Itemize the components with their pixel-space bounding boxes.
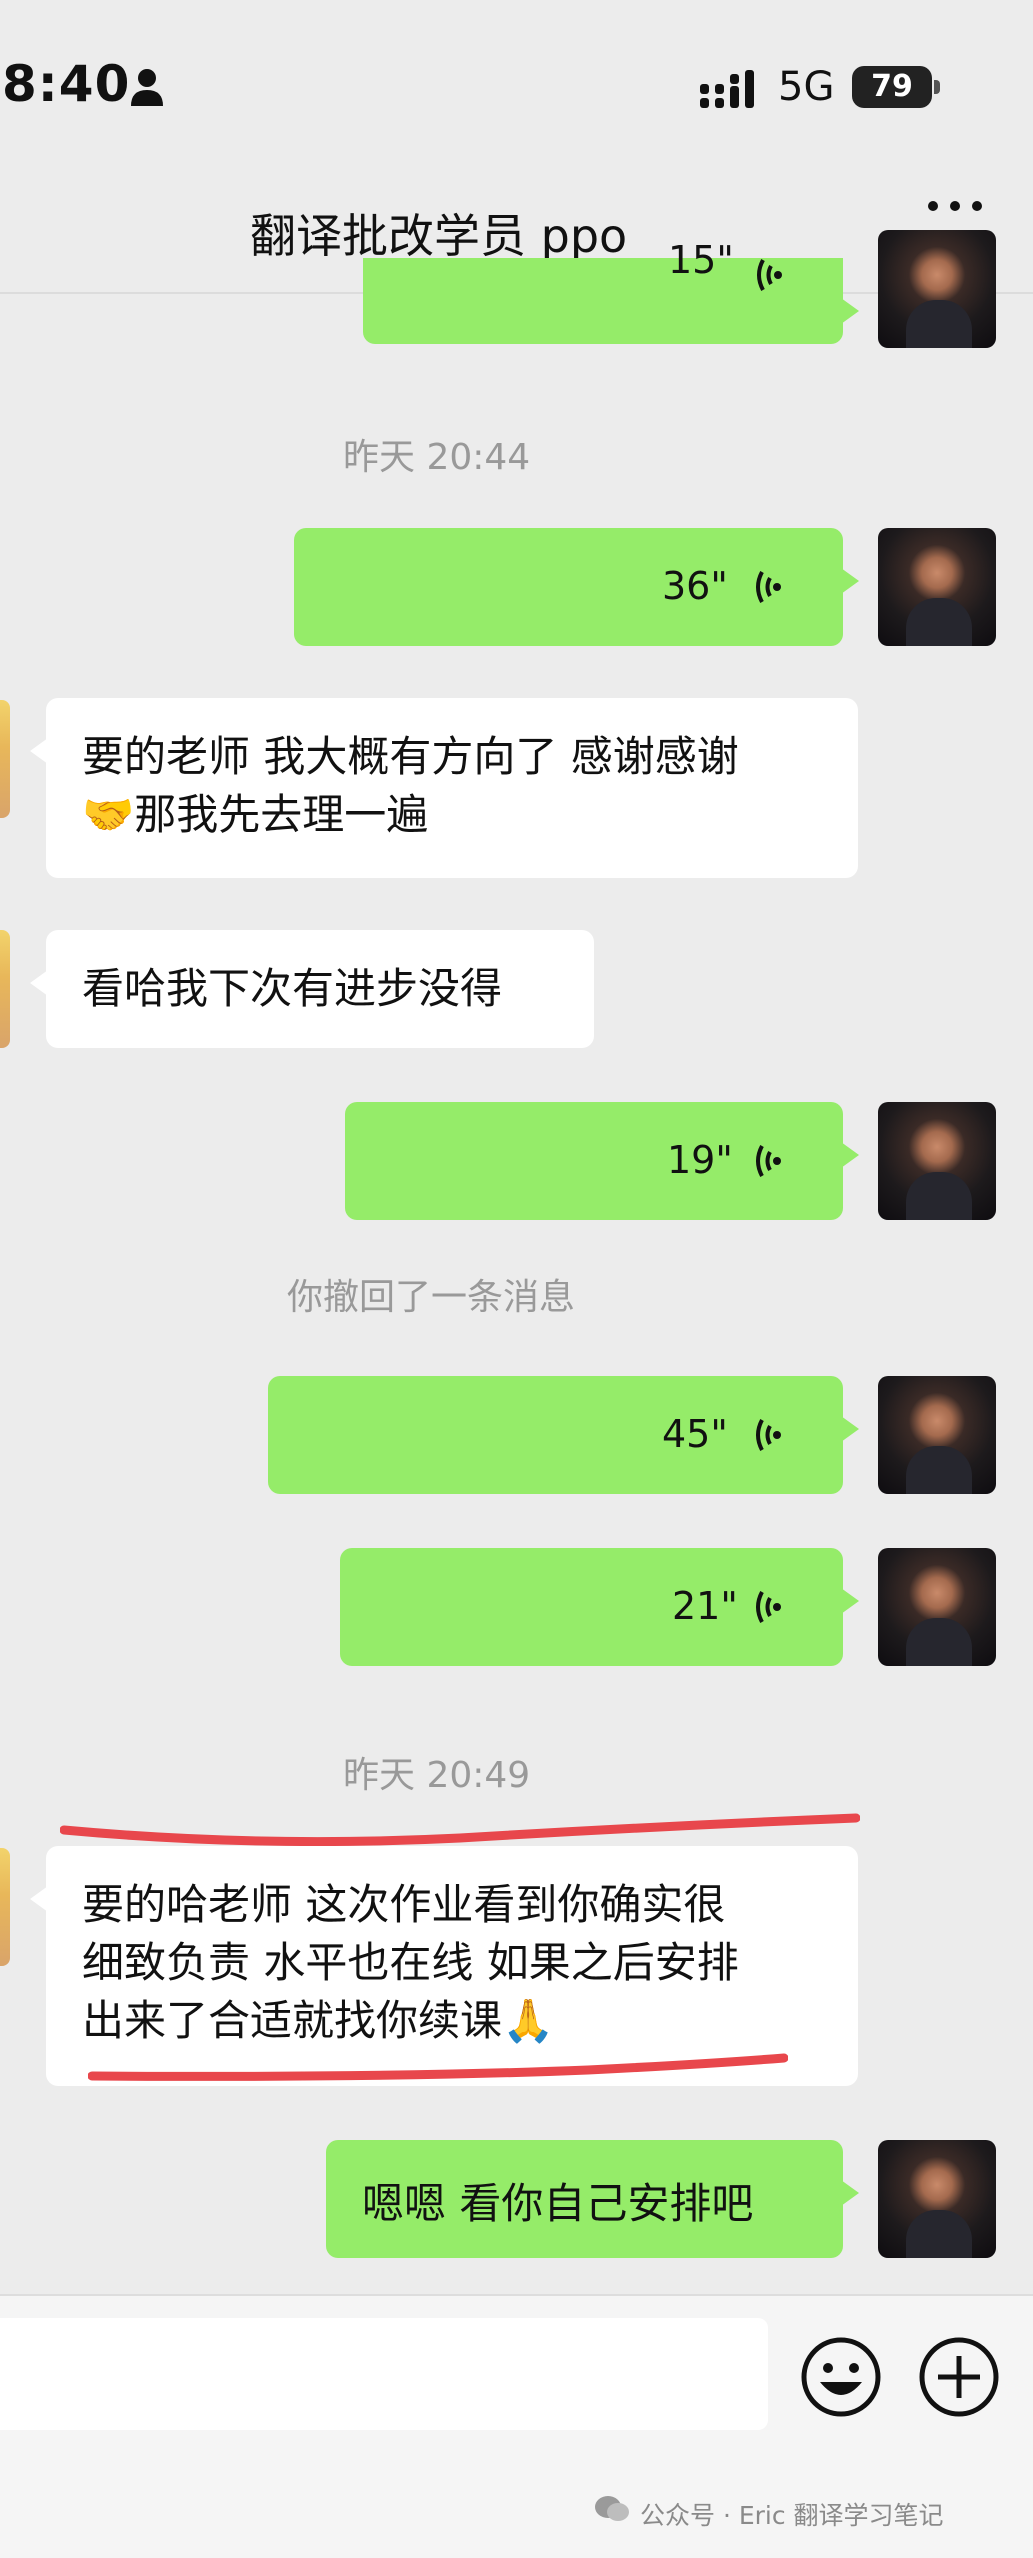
voice-message[interactable]: 21" xyxy=(340,1548,859,1666)
text-message[interactable]: 要的老师 我大概有方向了 感谢感谢 🤝那我先去理一遍 xyxy=(30,698,858,878)
status-time: 8:40 xyxy=(2,55,131,113)
message-line: 细致负责 水平也在线 如果之后安排 xyxy=(82,1938,739,1987)
message-line: 嗯嗯 看你自己安排吧 xyxy=(362,2179,754,2228)
signal-icon xyxy=(700,70,754,108)
voice-message[interactable]: 15" xyxy=(363,238,859,344)
avatar-self[interactable] xyxy=(878,230,996,348)
voice-message[interactable]: 36" xyxy=(294,528,859,646)
voice-duration: 19" xyxy=(667,1138,733,1182)
avatar-other[interactable] xyxy=(0,930,10,1048)
emoji-icon[interactable] xyxy=(800,2336,882,2418)
wechat-icon xyxy=(595,2496,629,2521)
message-line: 要的哈老师 这次作业看到你确实很 xyxy=(82,1880,726,1929)
timestamp: 昨天 20:49 xyxy=(343,1755,531,1796)
annotation-underline xyxy=(60,1813,860,1847)
chat-title: 翻译批改学员 ppo xyxy=(250,209,628,263)
voice-duration: 15" xyxy=(668,238,734,282)
avatar-other[interactable] xyxy=(0,700,10,818)
voice-wave-icon xyxy=(756,1591,781,1623)
avatar-self[interactable] xyxy=(878,1548,996,1666)
avatar-self[interactable] xyxy=(878,1102,996,1220)
text-message[interactable]: 看哈我下次有进步没得 xyxy=(30,930,594,1048)
watermark: 公众号 · Eric 翻译学习笔记 xyxy=(595,2496,944,2532)
status-bar: 8:40 5G 79 xyxy=(0,0,1033,160)
voice-message[interactable]: 45" xyxy=(268,1376,859,1494)
timestamp: 昨天 20:44 xyxy=(343,437,531,478)
avatar-self[interactable] xyxy=(878,528,996,646)
recall-notice: 你撤回了一条消息 xyxy=(287,1277,576,1318)
more-options-icon[interactable] xyxy=(925,200,985,212)
voice-duration: 21" xyxy=(672,1584,738,1628)
text-message[interactable]: 嗯嗯 看你自己安排吧 xyxy=(326,2140,859,2258)
plus-icon[interactable] xyxy=(918,2336,1000,2418)
voice-duration: 45" xyxy=(662,1412,728,1456)
annotation-underline xyxy=(88,2053,788,2081)
voice-wave-icon xyxy=(756,1145,781,1177)
network-type: 5G xyxy=(778,64,835,110)
avatar-self[interactable] xyxy=(878,1376,996,1494)
message-line: 要的老师 我大概有方向了 感谢感谢 xyxy=(82,732,739,781)
battery-level: 79 xyxy=(852,66,932,108)
message-line: 出来了合适就找你续课🙏 xyxy=(82,1996,555,2045)
avatar-other[interactable] xyxy=(0,1848,10,1966)
voice-wave-icon xyxy=(756,1419,781,1451)
input-bar: 公众号 · Eric 翻译学习笔记 xyxy=(0,2294,1033,2558)
watermark-text: 公众号 · Eric 翻译学习笔记 xyxy=(640,2501,944,2530)
voice-wave-icon xyxy=(756,571,781,603)
voice-wave-icon xyxy=(757,259,782,291)
person-icon xyxy=(131,69,163,106)
message-line: 🤝那我先去理一遍 xyxy=(82,790,429,839)
voice-message[interactable]: 19" xyxy=(345,1102,859,1220)
battery-icon xyxy=(934,80,940,94)
avatar-self[interactable] xyxy=(878,2140,996,2258)
message-line: 看哈我下次有进步没得 xyxy=(82,964,503,1013)
message-input[interactable] xyxy=(0,2318,768,2430)
voice-duration: 36" xyxy=(662,564,728,608)
